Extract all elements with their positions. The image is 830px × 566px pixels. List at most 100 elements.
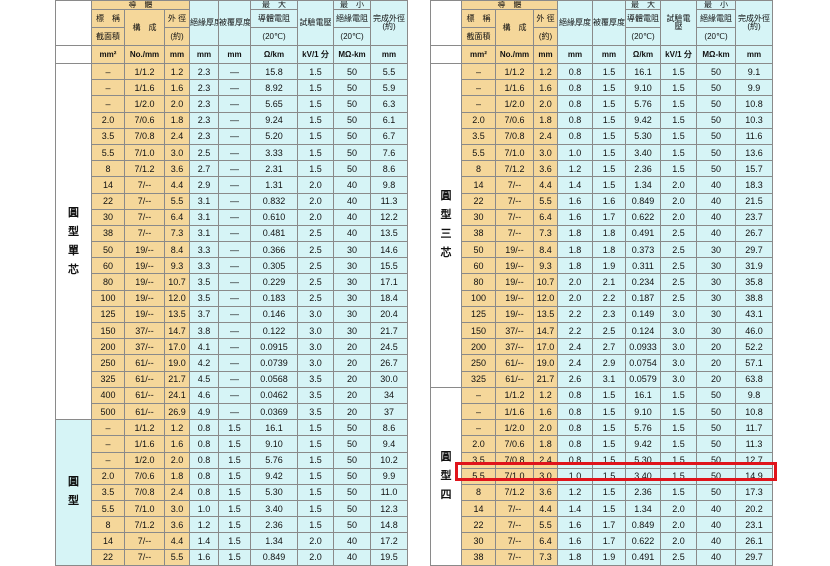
table-cell: 0.610 <box>250 208 299 226</box>
table-cell: 250 <box>461 354 496 372</box>
table-cell: 2.5 <box>189 143 220 162</box>
table-cell: 5.5 <box>370 62 409 81</box>
table-cell: 7/0.8 <box>124 127 165 145</box>
table-cell: 19/-- <box>495 273 534 291</box>
table-cell: 0.0369 <box>250 402 299 421</box>
table-cell: 40 <box>333 548 372 566</box>
group-label-char: 型 <box>68 225 79 238</box>
table-cell: 3.1 <box>189 224 220 243</box>
table-cell: 7/1.0 <box>124 500 165 518</box>
table-cell: — <box>218 386 252 404</box>
table-cell: 1.5 <box>592 160 627 178</box>
table-cell: 50 <box>696 62 737 81</box>
table-cell: 7.3 <box>532 548 559 566</box>
table-cell: 40 <box>696 500 737 518</box>
table-cell: 0.234 <box>625 273 662 291</box>
table-cell: 50 <box>91 241 125 259</box>
table-cell: 50 <box>333 160 372 178</box>
table-cell: 3.6 <box>163 516 191 534</box>
table-cell: 1.34 <box>625 176 662 194</box>
table-row: 5.5 7/1.0 3.0 1.0 1.5 3.40 1.5 50 14.9 <box>431 467 774 485</box>
unit-cell: MΩ-km <box>696 45 737 64</box>
table-cell: — <box>218 111 252 129</box>
resistance-header: 導體電阻 <box>625 9 662 28</box>
table-cell: — <box>218 192 252 210</box>
table-cell: 8.6 <box>370 419 409 437</box>
table-cell: 1.6 <box>557 532 594 550</box>
table-cell: 40 <box>333 224 372 243</box>
table-row: 200 37/-- 17.0 4.1—0.0915 3.0 20 24.5 <box>56 338 409 356</box>
table-cell: 19/-- <box>495 257 534 275</box>
table-cell: 5.5 <box>461 467 496 485</box>
table-cell: 19.0 <box>532 354 559 372</box>
table-cell: 50 <box>696 451 737 469</box>
table-cell: 5.76 <box>625 419 662 437</box>
table-cell: 0.149 <box>625 305 662 324</box>
group-label-char: 圓 <box>440 190 452 203</box>
table-cell: 3.0 <box>297 338 335 356</box>
table-cell: 0.8 <box>557 386 594 404</box>
table-cell: 0.849 <box>625 516 662 534</box>
sheath-header: 被覆厚度 <box>592 0 627 46</box>
table-cell: 9.24 <box>250 111 299 129</box>
table-cell: 18.4 <box>370 289 409 307</box>
table-cell: 7/1.2 <box>495 160 534 178</box>
table-cell: 23.1 <box>735 516 774 534</box>
table-cell: 0.0754 <box>625 354 662 372</box>
table-cell: 4.1 <box>189 338 220 356</box>
table-cell: 8 <box>91 160 125 178</box>
table-cell: 2.0 <box>297 548 335 566</box>
table-cell: 0.8 <box>557 62 594 81</box>
table-cell: 5.20 <box>250 127 299 145</box>
table-cell: 12.3 <box>370 500 409 518</box>
table-cell: 1/1.6 <box>495 79 534 97</box>
table-cell: 1.5 <box>297 62 335 81</box>
table-cell: 3.8 <box>189 321 220 340</box>
table-row: –1/1.6 1.6 2.3—8.92 1.5 50 5.9 <box>56 79 409 97</box>
unit-cell: mm <box>592 45 627 64</box>
table-cell: — <box>218 208 252 226</box>
table-row: 8 7/1.2 3.6 2.7—2.31 1.5 50 8.6 <box>56 160 409 178</box>
table-cell: 2.0 <box>660 208 698 226</box>
table-cell: 7/0.6 <box>495 435 534 453</box>
table-cell: 1.5 <box>592 402 627 421</box>
table-cell: 3.5 <box>189 273 220 291</box>
table-cell: 1.5 <box>218 532 252 550</box>
table-cell: 50 <box>333 516 372 534</box>
table-cell: – <box>461 79 496 97</box>
table-cell: 3.5 <box>189 289 220 307</box>
table-cell: 5.5 <box>532 192 559 210</box>
table-row: 150 37/-- 14.7 2.2 2.5 0.124 3.0 30 46.0 <box>431 321 774 340</box>
table-cell: 3.6 <box>163 160 191 178</box>
table-cell: 50 <box>333 483 372 502</box>
table-cell: 2.0 <box>660 176 698 194</box>
table-cell: 0.183 <box>250 289 299 307</box>
unit-cell: No./mm <box>495 45 534 64</box>
table-cell: 10.3 <box>735 111 774 129</box>
table-cell: 1.2 <box>557 160 594 178</box>
group-label-char: 芯 <box>68 263 79 276</box>
table-cell: 3.40 <box>250 500 299 518</box>
table-cell: 7/-- <box>124 224 165 243</box>
table-cell: 2.0 <box>660 532 698 550</box>
table-cell: 7/-- <box>495 224 534 243</box>
table-cell: 1/1.2 <box>495 62 534 81</box>
table-cell: 16.1 <box>625 62 662 81</box>
table-cell: 2.4 <box>163 127 191 145</box>
group-label-char: 圓 <box>440 450 452 463</box>
table-cell: 1.5 <box>592 483 627 502</box>
test-voltage-header: 試驗電壓 <box>660 0 698 46</box>
table-cell: 60 <box>461 257 496 275</box>
table-cell: 0.8 <box>557 111 594 129</box>
table-row: –1/2.0 2.0 0.8 1.5 5.76 1.5 50 10.2 <box>56 451 409 469</box>
table-cell: 18.3 <box>735 176 774 194</box>
table-cell: 2.5 <box>297 289 335 307</box>
unit-cell: mm <box>370 45 409 64</box>
table-cell: 38.8 <box>735 289 774 307</box>
table-cell: 30 <box>696 321 737 340</box>
table-cell: 1.5 <box>218 500 252 518</box>
table-cell: 24.1 <box>163 386 191 404</box>
table-row: 100 19/-- 12.0 2.0 2.2 0.187 2.5 30 38.8 <box>431 289 774 307</box>
table-cell: 1.5 <box>297 435 335 453</box>
insulation-header: 絕緣厚度 <box>189 0 220 46</box>
